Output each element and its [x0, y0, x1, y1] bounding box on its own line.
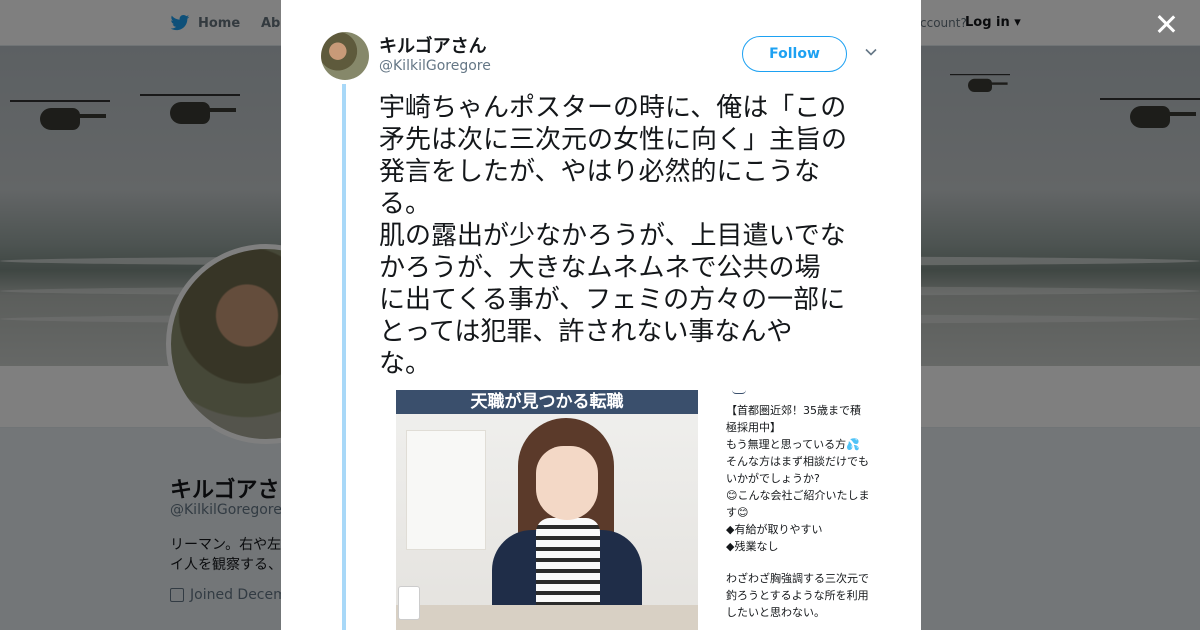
- chevron-down-icon[interactable]: [865, 46, 877, 58]
- author-handle[interactable]: @KilkilGoregore: [379, 58, 491, 74]
- author-name[interactable]: キルゴアさん: [379, 32, 487, 58]
- tweet-text: 宇崎ちゃんポスターの時に、俺は「この 矛先は次に三次元の女性に向く」主旨の 発言…: [379, 93, 848, 379]
- tweet-media[interactable]: 天職が見つかる転職 【首都圏近郊！35歳まで積 極採用中】 もう無理と思っている…: [396, 390, 886, 630]
- ad-header: 天職が見つかる転職: [396, 390, 698, 414]
- author-avatar[interactable]: [321, 32, 369, 80]
- ad-photo: 天職が見つかる転職: [396, 390, 698, 630]
- window-image: [406, 430, 486, 550]
- follow-button[interactable]: Follow: [742, 36, 847, 72]
- ad-text: 【首都圏近郊！35歳まで積 極採用中】 もう無理と思っている方💦 そんな方はまず…: [726, 404, 870, 553]
- person-image: [536, 446, 598, 520]
- ad-decoration: [732, 390, 746, 394]
- desk-image: [396, 605, 698, 630]
- tweet-modal: キルゴアさん @KilkilGoregore Follow 宇崎ちゃんポスターの…: [281, 0, 921, 630]
- thread-line: [342, 84, 346, 630]
- ad-caption: わざわざ胸強調する三次元で 釣ろうとするような所を利用 したいと思わない。: [726, 572, 869, 619]
- close-icon[interactable]: [1152, 10, 1180, 38]
- mug-image: [398, 586, 420, 620]
